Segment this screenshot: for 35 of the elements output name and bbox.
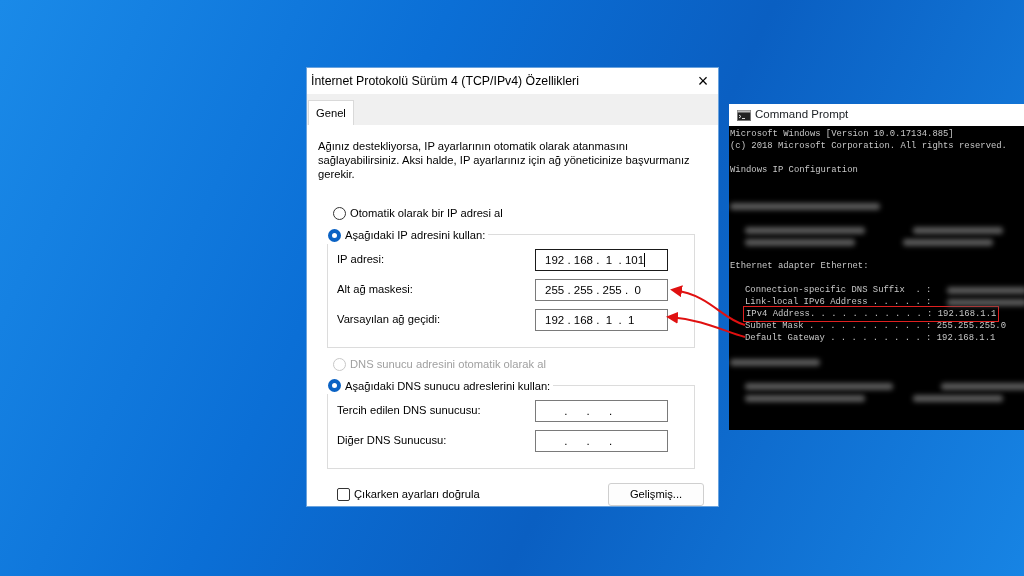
window-title: Command Prompt [755, 107, 849, 123]
ip-address-field[interactable]: . . . [535, 429, 668, 452]
window-title: İnternet Protokolü Sürüm 4 (TCP/IPv4) Özellikleri [311, 72, 579, 90]
ip-address-field[interactable]: 192 . 168 . 1 . 1 [535, 308, 668, 331]
checkbox-label: Çıkarken ayarları doğrula [354, 486, 480, 502]
radio-label: Aşağıdaki DNS sunucu adreslerini kullan: [345, 378, 551, 394]
console-line: Link-local IPv6 Address . . . . . : [745, 296, 932, 308]
console-line: Ethernet adapter Ethernet: [730, 260, 869, 272]
field-label: IP adresi: [337, 252, 385, 268]
console-line: Default Gateway . . . . . . . . . : 192.168.1.1 [745, 332, 996, 344]
radio-label: Otomatik olarak bir IP adresi al [350, 206, 503, 221]
console-line: Subnet Mask . . . . . . . . . . . : 255.255.255.0 [745, 320, 1006, 332]
console-line: Microsoft Windows [Version 10.0.17134.885] [730, 128, 954, 140]
field-label: Alt ağ maskesi: [337, 282, 413, 298]
tab[interactable]: Genel [308, 100, 354, 125]
field-label: Tercih edilen DNS sunucusu: [337, 403, 481, 419]
description-text: Ağınız destekliyorsa, IP ayarlarının otomatik olarak atanmasını sağlayabilirsiniz. Aksi halde, IP ayarlarınız için ağ yöneticinize başvurmanız gerekir. [318, 139, 691, 181]
radio-button[interactable] [328, 228, 341, 242]
console-line: Connection-specific DNS Suffix . : [745, 284, 932, 296]
console-line: Windows IP Configuration [730, 164, 858, 176]
radio-label: Aşağıdaki IP adresini kullan: [345, 227, 486, 243]
ip-address-field[interactable]: 255 . 255 . 255 . 0 [535, 278, 668, 301]
checkbox[interactable] [337, 487, 350, 501]
radio-button[interactable] [328, 379, 341, 393]
advanced-button[interactable]: Gelişmiş... [608, 482, 704, 506]
field-label: Diğer DNS Sunucusu: [337, 433, 447, 449]
ip-address-field[interactable]: 192 . 168 . 1 . 101 [535, 248, 668, 271]
ip-address-field[interactable]: . . . [535, 399, 668, 422]
field-label: Varsayılan ağ geçidi: [337, 312, 441, 328]
console-line: (c) 2018 Microsoft Corporation. All rights reserved. [730, 140, 1007, 152]
highlighted-console-line: IPv4 Address. . . . . . . . . . . : 192.168.1.1 [745, 308, 998, 320]
close-button[interactable]: × [692, 72, 714, 90]
radio-button[interactable] [333, 206, 346, 220]
radio-label: DNS sunucu adresini otomatik olarak al [350, 356, 546, 372]
terminal-icon [737, 109, 751, 121]
